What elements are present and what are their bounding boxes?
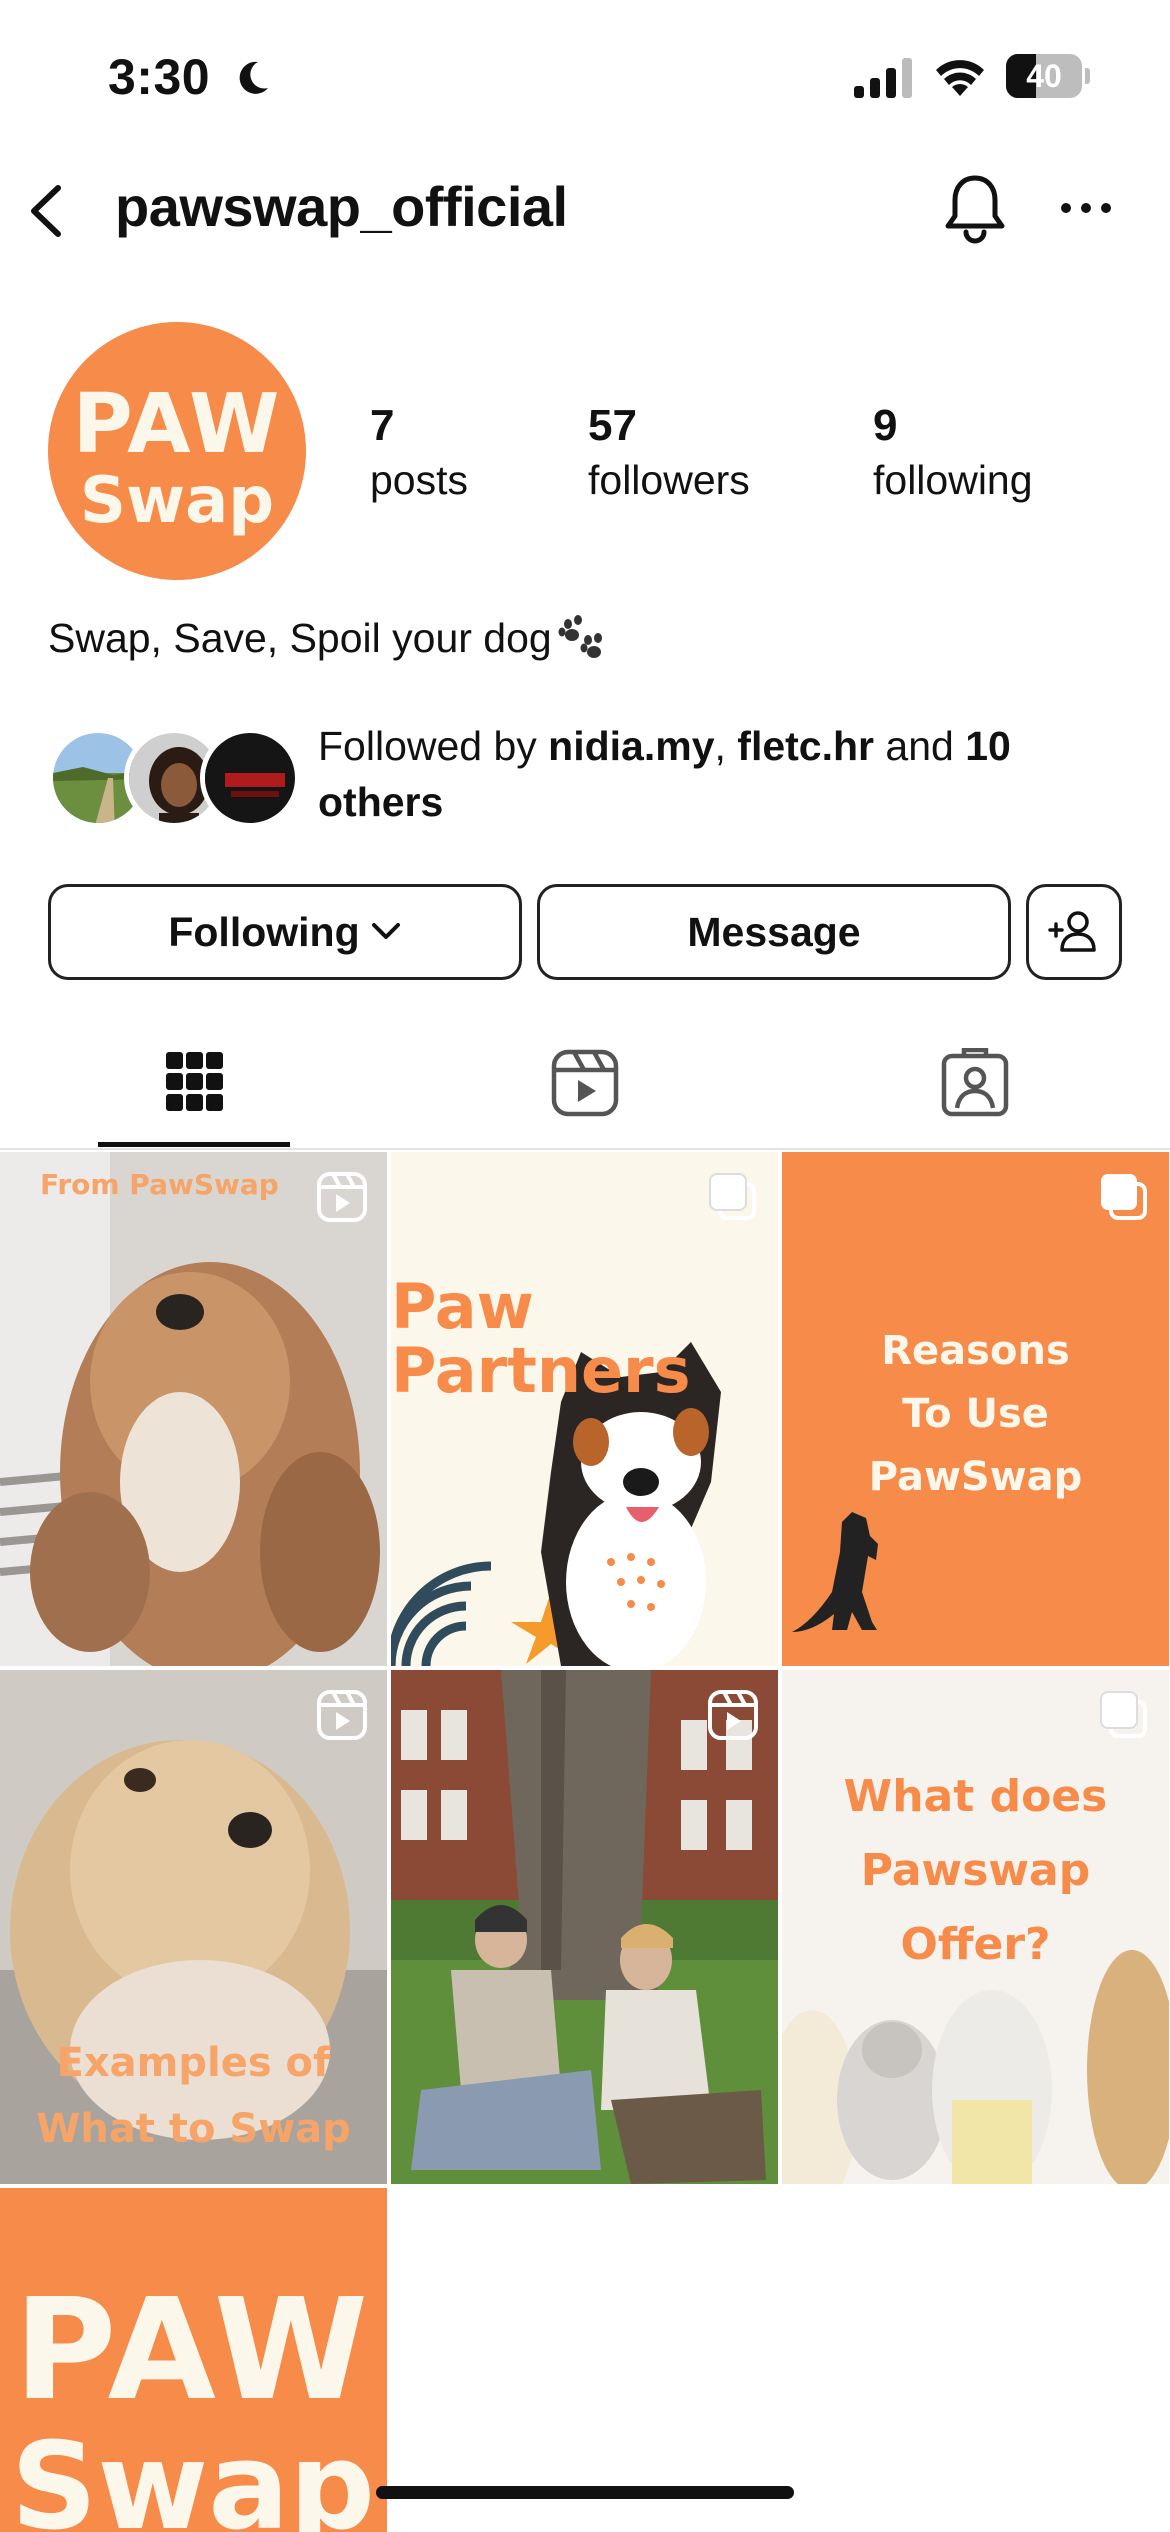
- followers-stat[interactable]: 57 followers: [588, 398, 750, 506]
- notification-bell-icon[interactable]: [940, 170, 1010, 246]
- post-tile[interactable]: Examples of What to Swap: [0, 1670, 387, 2184]
- more-options-icon[interactable]: [1056, 188, 1116, 228]
- following-count: 9: [873, 401, 898, 450]
- post-tile[interactable]: Paw Partners: [391, 1152, 778, 1666]
- posts-label: posts: [370, 457, 468, 503]
- profile-avatar[interactable]: PAW Swap: [48, 322, 306, 580]
- message-button[interactable]: Message: [537, 884, 1011, 980]
- reel-icon: [317, 1172, 367, 1222]
- post-title-line1: Paw: [391, 1270, 534, 1343]
- post-caption-text: What does Pawswap Offer?: [843, 1771, 1108, 1970]
- status-time: 3:30: [108, 49, 211, 105]
- tab-reels[interactable]: [390, 1020, 780, 1148]
- mutual-follower-1[interactable]: nidia.my: [548, 723, 714, 769]
- post-tile[interactable]: What does Pawswap Offer?: [782, 1670, 1169, 2184]
- message-button-label: Message: [687, 909, 861, 955]
- following-label: following: [873, 457, 1033, 503]
- followed-by-separator: ,: [714, 723, 738, 769]
- followed-by-and: and: [874, 723, 966, 769]
- post-caption-text: From PawSwap: [40, 1168, 279, 1201]
- followed-by-text[interactable]: Followed by nidia.my, fletc.hr and 10 ot…: [318, 718, 1138, 830]
- tab-tagged[interactable]: [780, 1020, 1170, 1148]
- profile-header: pawswap_official: [0, 150, 1170, 270]
- followers-label: followers: [588, 457, 750, 503]
- post-caption-text: Examples of What to Swap: [36, 2040, 351, 2152]
- reels-icon: [551, 1049, 619, 1117]
- post-title-line2: Partners: [391, 1334, 691, 1407]
- carousel-icon: [709, 1173, 756, 1220]
- profile-username: pawswap_official: [115, 175, 568, 238]
- paw-prints-icon: [558, 615, 602, 658]
- add-person-icon: [1048, 911, 1096, 952]
- posts-count: 7: [370, 401, 395, 450]
- suggested-accounts-button[interactable]: [1026, 884, 1122, 980]
- active-tab-indicator: [98, 1142, 290, 1147]
- moon-icon: [239, 61, 268, 94]
- following-stat[interactable]: 9 following: [873, 398, 1033, 506]
- mutual-followers-avatars[interactable]: [48, 728, 300, 828]
- profile-tabs: [0, 1020, 1170, 1150]
- chevron-down-icon: [371, 923, 400, 939]
- avatar-logo-paw: PAW: [73, 377, 282, 472]
- carousel-icon: [1101, 1174, 1147, 1220]
- post-logo-swap: Swap: [11, 2418, 375, 2532]
- post-tile[interactable]: From PawSwap: [0, 1152, 387, 1666]
- home-indicator[interactable]: [376, 2486, 794, 2499]
- profile-bio: Swap, Save, Spoil your dog: [48, 610, 606, 662]
- followed-by-prefix: Followed by: [318, 723, 549, 769]
- followers-count: 57: [588, 401, 637, 450]
- reel-icon: [317, 1690, 367, 1740]
- post-tile[interactable]: [391, 1670, 778, 2184]
- tab-posts-grid[interactable]: [0, 1020, 390, 1148]
- battery-percentage: 40: [1026, 58, 1062, 94]
- mutual-follower-2[interactable]: fletc.hr: [737, 723, 874, 769]
- reel-icon: [708, 1690, 758, 1740]
- tagged-icon: [941, 1048, 1009, 1117]
- following-button[interactable]: Following: [48, 884, 522, 980]
- carousel-icon: [1100, 1691, 1147, 1738]
- following-button-label: Following: [168, 909, 360, 955]
- battery-indicator: 40: [1006, 54, 1090, 98]
- wifi-icon: [936, 60, 984, 96]
- post-logo-paw: PAW: [14, 2269, 372, 2432]
- post-tile[interactable]: PAW Swap: [0, 2188, 387, 2532]
- post-caption-text: Reasons To Use PawSwap: [868, 1328, 1083, 1500]
- bio-text: Swap, Save, Spoil your dog: [48, 615, 552, 661]
- avatar-logo-swap: Swap: [80, 464, 274, 538]
- posts-stat[interactable]: 7 posts: [370, 398, 468, 506]
- signal-icon: [854, 58, 912, 98]
- status-bar: 3:30 40: [0, 0, 1170, 150]
- post-tile[interactable]: Reasons To Use PawSwap: [782, 1152, 1169, 1666]
- follower-avatar: [200, 728, 300, 828]
- grid-icon: [166, 1052, 223, 1111]
- back-arrow-icon[interactable]: [18, 176, 74, 246]
